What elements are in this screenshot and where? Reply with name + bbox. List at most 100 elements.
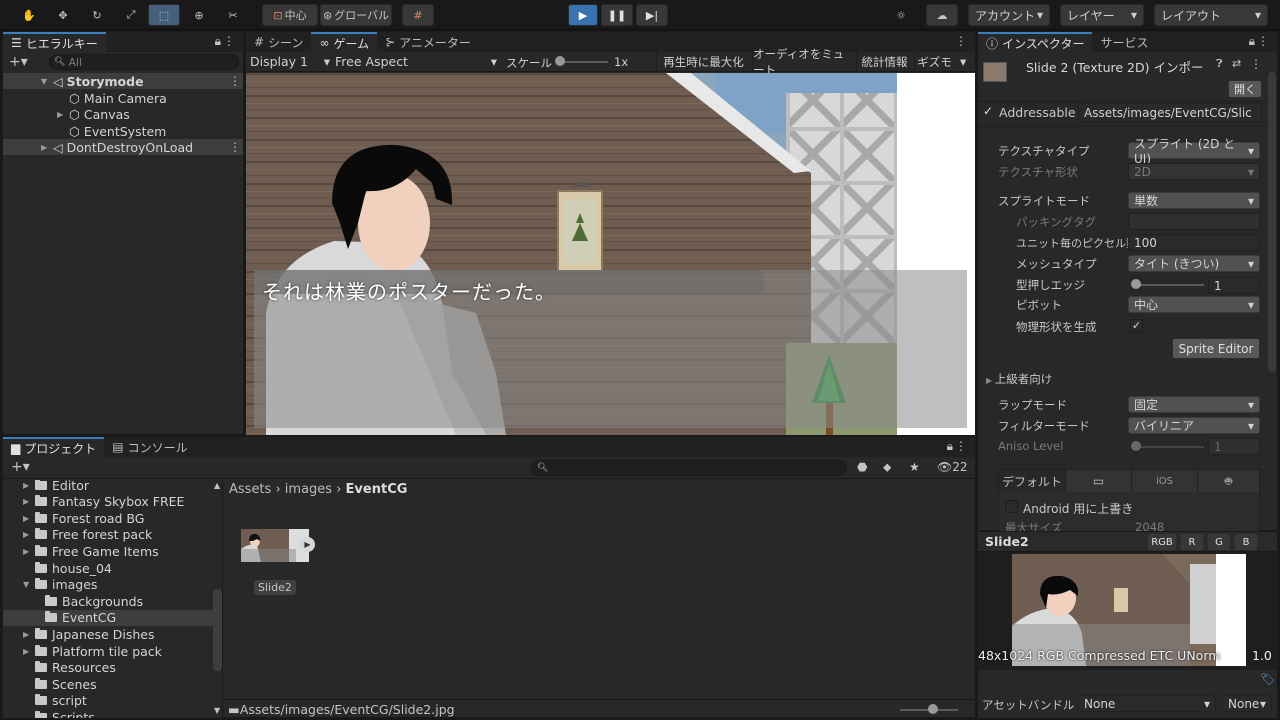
layers-dropdown[interactable]: レイヤー ▾ [1060, 4, 1144, 26]
filter-by-type-icon[interactable]: ⬣ [857, 460, 867, 474]
folder-item[interactable]: ▶ Fantasy Skybox FREE [23, 494, 184, 510]
lock-icon[interactable]: 🔒︎ [215, 34, 221, 49]
wrap-mode-dropdown[interactable]: 固定 ▾ [1128, 396, 1260, 413]
grid-snap-button[interactable]: # [402, 4, 434, 26]
expand-arrow-icon[interactable]: ▶ [23, 530, 35, 539]
folder-item[interactable]: ▶ Free Game Items [23, 543, 159, 559]
more-menu-icon[interactable]: ⋮ [955, 439, 967, 453]
folder-item[interactable]: house_04 [23, 560, 112, 576]
hierarchy-search-input[interactable]: 🔍︎ All [49, 54, 239, 70]
breadcrumb-item[interactable]: Assets [229, 482, 271, 497]
rotate-tool-icon[interactable]: ↻ [82, 4, 112, 26]
folder-item[interactable]: Scripts [23, 709, 95, 718]
tab-services[interactable]: サービス [1092, 32, 1156, 52]
folder-item[interactable]: Scenes [23, 676, 97, 692]
more-menu-icon[interactable]: ⋮ [229, 140, 241, 154]
extrude-slider[interactable] [1134, 284, 1204, 286]
scroll-down-arrow-icon[interactable]: ▼ [214, 706, 220, 715]
hidden-packages-toggle[interactable]: 👁︎22 [937, 460, 968, 474]
open-button[interactable]: 開く [1228, 80, 1262, 98]
expand-arrow-icon[interactable]: ▶ [57, 110, 69, 119]
hierarchy-item-eventsystem[interactable]: ⬡ EventSystem [69, 123, 166, 139]
tab-scene[interactable]: # シーン [246, 32, 311, 52]
expand-arrow-icon[interactable]: ▶ [23, 514, 35, 523]
asset-label-slide2[interactable]: Slide2 [254, 580, 296, 595]
variant-dropdown[interactable]: None ▾ [1222, 695, 1272, 712]
asset-thumbnail-slide2[interactable]: ▶ [241, 529, 315, 562]
folder-item[interactable]: ▶ Free forest pack [23, 527, 152, 543]
channel-rgb-button[interactable]: RGB [1147, 533, 1177, 551]
hand-tool-icon[interactable]: ✋ [14, 4, 44, 26]
tab-console[interactable]: ▤ コンソール [104, 437, 195, 457]
aspect-dropdown[interactable]: Free Aspect ▾ [335, 54, 497, 69]
android-override-checkbox[interactable] [1005, 500, 1018, 513]
more-menu-icon[interactable]: ⋮ [1250, 57, 1262, 71]
maximize-on-play-button[interactable]: 再生時に最大化 [656, 52, 750, 71]
folder-item[interactable]: ▶ Japanese Dishes [23, 626, 154, 642]
custom-tool-icon[interactable]: ✂ [218, 4, 248, 26]
hierarchy-item-storymode[interactable]: ▼ ◁ Storymode [41, 73, 144, 89]
play-button[interactable]: ▶ [568, 4, 598, 26]
rect-tool-icon[interactable]: ⬚ [148, 4, 180, 26]
inspector-scrollbar[interactable] [1268, 72, 1276, 372]
tree-scrollbar[interactable] [213, 589, 222, 671]
mesh-type-dropdown[interactable]: タイト (きつい) ▾ [1128, 255, 1260, 272]
expand-arrow-icon[interactable]: ▼ [23, 580, 35, 589]
more-menu-icon[interactable]: ⋮ [1257, 34, 1269, 48]
chevron-down-icon[interactable]: ▾ [960, 54, 966, 69]
create-asset-button[interactable]: +▾ [11, 459, 30, 475]
addressable-checkbox[interactable]: ✓ [983, 104, 993, 118]
filter-by-label-icon[interactable]: ⬥ [883, 460, 891, 475]
expand-arrow-icon[interactable]: ▶ [23, 547, 35, 556]
tab-platform-android[interactable]: 🤖︎ [1197, 470, 1259, 492]
folder-item[interactable]: script [23, 693, 87, 709]
scale-slider-thumb[interactable] [555, 56, 565, 66]
channel-b-button[interactable]: B [1234, 533, 1258, 551]
hierarchy-item-main-camera[interactable]: ⬡ Main Camera [69, 90, 167, 106]
assetbundle-dropdown[interactable]: None ▾ [1078, 695, 1216, 712]
tab-platform-default[interactable]: デフォルト [999, 470, 1065, 492]
expand-arrow-icon[interactable]: ▼ [41, 77, 53, 86]
global-toggle[interactable]: ⊛ グローバル [320, 4, 392, 26]
play-icon[interactable]: ▶ [300, 537, 315, 552]
breadcrumb-item[interactable]: images [285, 482, 332, 497]
advanced-foldout[interactable]: ▶ 上級者向け [986, 371, 1052, 387]
more-menu-icon[interactable]: ⋮ [955, 34, 967, 48]
pause-button[interactable]: ❚❚ [601, 4, 633, 26]
mute-audio-button[interactable]: オーディオをミュート [752, 47, 854, 77]
hierarchy-item-canvas[interactable]: ▶ ⬡ Canvas [57, 106, 130, 122]
breadcrumb-item-current[interactable]: EventCG [346, 482, 408, 497]
game-viewport[interactable]: それは林業のポスターだった。 [246, 73, 975, 435]
more-menu-icon[interactable]: ⋮ [229, 74, 241, 88]
folder-item[interactable]: ▼ images [23, 577, 97, 593]
expand-arrow-icon[interactable]: ▶ [23, 647, 35, 656]
pivot-dropdown[interactable]: 中心 ▾ [1128, 296, 1260, 313]
move-tool-icon[interactable]: ✥ [48, 4, 78, 26]
folder-item[interactable]: ▶ Platform tile pack [23, 643, 162, 659]
pivot-toggle[interactable]: ⊡ 中心 [262, 4, 318, 26]
preset-icon[interactable]: ⇄ [1232, 57, 1241, 70]
display-dropdown[interactable]: Display 1 ▾ [250, 54, 330, 69]
expand-arrow-icon[interactable]: ▶ [41, 143, 53, 152]
favorites-star-icon[interactable]: ★ [909, 460, 920, 474]
expand-arrow-icon[interactable]: ▶ [23, 481, 35, 490]
project-search-input[interactable]: 🔍︎ [531, 460, 847, 476]
pixels-per-unit-field[interactable]: 100 [1128, 234, 1260, 251]
tab-inspector[interactable]: ⓘ インスペクター [978, 32, 1093, 52]
lock-icon[interactable]: 🔒︎ [947, 439, 953, 454]
folder-item[interactable]: ▶ Forest road BG [23, 510, 144, 526]
sprite-mode-dropdown[interactable]: 単数 ▾ [1128, 192, 1260, 209]
step-button[interactable]: ▶| [636, 4, 668, 26]
stats-button[interactable]: 統計情報 [856, 52, 912, 71]
extrude-edges-field[interactable]: 1 [1208, 277, 1260, 294]
transform-tool-icon[interactable]: ⊕ [184, 4, 214, 26]
folder-item[interactable]: EventCG [33, 610, 116, 626]
texture-type-dropdown[interactable]: スプライト (2D と UI) ▾ [1128, 137, 1260, 166]
add-object-button[interactable]: +▾ [9, 54, 28, 70]
folder-item[interactable]: Backgrounds [33, 593, 143, 609]
tab-platform-ios[interactable]: iOS [1131, 470, 1197, 492]
label-tag-icon[interactable]: 🏷︎ [1260, 672, 1275, 686]
scroll-up-arrow-icon[interactable]: ▲ [214, 481, 220, 490]
folder-item[interactable]: Resources [23, 660, 116, 676]
extrude-slider-thumb[interactable] [1131, 279, 1141, 289]
